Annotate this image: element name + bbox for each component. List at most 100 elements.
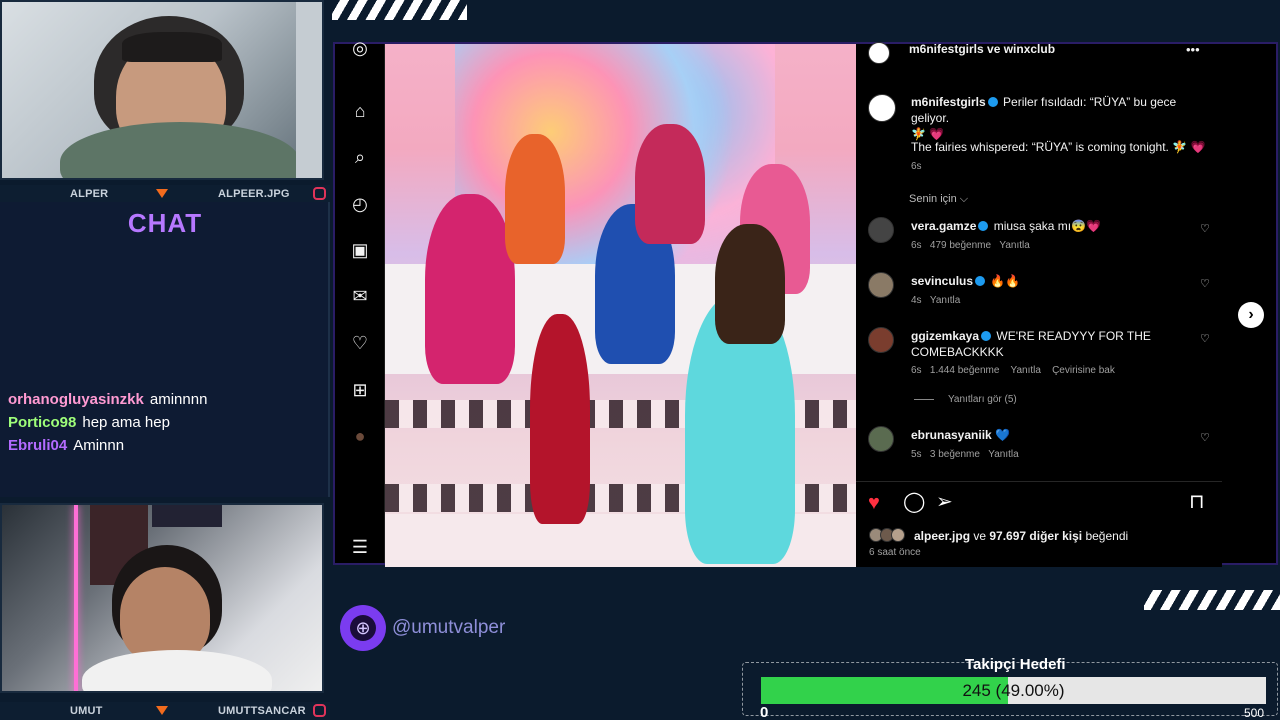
view-replies-link[interactable]: Yanıtları gör (5): [948, 394, 1017, 405]
instagram-logo-icon: [313, 187, 326, 200]
decor-stripes: [332, 0, 467, 20]
decor-stripes: [1144, 590, 1280, 610]
avatar[interactable]: [868, 94, 896, 122]
comment-username[interactable]: vera.gamze: [911, 219, 976, 233]
chat-title: CHAT: [127, 208, 203, 238]
comment-sort-dropdown[interactable]: Senin için ⌵: [909, 193, 968, 206]
comment-likes[interactable]: 1.444 beğenme: [930, 365, 1000, 376]
reels-icon[interactable]: ▣: [350, 240, 370, 260]
chat-username: orhanogluyasinzkk: [8, 391, 144, 408]
stream-overlay: ALPER ALPEER.JPG CHAT orhanogluyasinzkk a…: [0, 0, 1280, 720]
comment-time: 6s: [911, 365, 922, 376]
webcam-bottom: [0, 503, 324, 693]
comment-username[interactable]: sevinculus: [911, 274, 973, 288]
likes-count[interactable]: 97.697 diğer kişi: [989, 529, 1082, 543]
like-heart-icon[interactable]: ♥: [868, 493, 880, 513]
avatar[interactable]: [868, 426, 894, 452]
chat-username: Ebruli04: [8, 437, 68, 454]
avatar[interactable]: [868, 42, 890, 64]
next-post-button[interactable]: ›: [1238, 302, 1264, 328]
avatar[interactable]: [868, 217, 894, 243]
notifications-icon[interactable]: ♡: [350, 333, 370, 353]
comment-like-icon[interactable]: ♡: [1200, 279, 1210, 290]
instagram-window: ◎ ⌂ ⌕ ◴ ▣ ✉ ♡ ⊞ ● ☰ m6nifestgirls ve win…: [333, 38, 1278, 567]
verified-icon: [975, 276, 986, 286]
post-timestamp: 6 saat önce: [869, 547, 921, 558]
comment-likes[interactable]: 479 beğenme: [930, 240, 991, 251]
chat-text: Aminnn: [73, 437, 125, 454]
goal-title: Takipçi Hedefi: [965, 656, 1066, 673]
reply-link[interactable]: Yanıtla: [930, 295, 960, 306]
webcam-top-namebar: ALPER ALPEER.JPG: [0, 185, 330, 203]
handle-text: @umutvalper: [392, 617, 506, 638]
comment-meta: 4s Yanıtla: [911, 295, 960, 306]
comment: sevinculus 🔥🔥: [911, 273, 1020, 289]
post-details-panel: m6nifestgirls ve winxclub ••• m6nifestgi…: [856, 41, 1222, 567]
reply-link[interactable]: Yanıtla: [999, 240, 1029, 251]
comment-icon[interactable]: ◯: [903, 492, 925, 512]
share-icon[interactable]: ➢: [936, 492, 953, 512]
reply-link[interactable]: Yanıtla: [1011, 365, 1041, 376]
post-caption: m6nifestgirls Periler fısıldadı: “RÜYA” …: [911, 94, 1211, 142]
webcam-bottom-right-name: UMUTTSANCAR: [218, 705, 306, 717]
comment-username[interactable]: ebrunasyaniik: [911, 428, 992, 442]
likes-summary[interactable]: alpeer.jpg ve 97.697 diğer kişi beğendi: [914, 528, 1128, 544]
profile-icon[interactable]: ●: [350, 426, 370, 446]
chat-username: Portico98: [8, 414, 77, 431]
comment-meta: 6s 479 beğenme Yanıtla: [911, 240, 1030, 251]
triangle-icon: [156, 189, 168, 198]
create-icon[interactable]: ⊞: [350, 380, 370, 400]
webcam-top: [0, 0, 324, 180]
chat-panel: CHAT orhanogluyasinzkk aminnnn Portico98 h…: [0, 202, 330, 497]
avatar: [891, 528, 905, 542]
comment-text: 🔥🔥: [990, 274, 1021, 288]
caption-line2: The fairies whispered: “RÜYA” is coming …: [911, 140, 1206, 154]
chat-text: aminnnn: [149, 391, 208, 408]
comment-text: 💙: [995, 428, 1010, 442]
webcam-top-left-name: ALPER: [70, 188, 109, 200]
comment-text: miusa şaka mı😨💗: [993, 219, 1101, 233]
webcam-top-right-name: ALPEER.JPG: [218, 188, 290, 200]
goal-min-label: 0: [760, 704, 769, 720]
comment-time: 4s: [911, 295, 922, 306]
verified-icon: [981, 331, 992, 341]
search-icon[interactable]: ⌕: [350, 147, 370, 167]
avatar[interactable]: [868, 327, 894, 353]
webcam-bottom-namebar: UMUT UMUTTSANCAR: [0, 702, 330, 720]
home-icon[interactable]: ⌂: [350, 101, 370, 121]
instagram-icon[interactable]: ◎: [350, 38, 370, 58]
globe-icon: ⊕: [340, 605, 386, 651]
more-options-icon[interactable]: •••: [1186, 42, 1200, 58]
webcam-bottom-left-name: UMUT: [70, 705, 103, 717]
caption-username[interactable]: m6nifestgirls: [911, 95, 986, 109]
post-image: [385, 44, 856, 567]
comment-likes[interactable]: 3 beğenme: [930, 449, 980, 460]
comment-like-icon[interactable]: ♡: [1200, 433, 1210, 444]
comment-time: 5s: [911, 449, 922, 460]
instagram-sidebar: ◎ ⌂ ⌕ ◴ ▣ ✉ ♡ ⊞ ● ☰: [335, 38, 385, 563]
explore-icon[interactable]: ◴: [350, 194, 370, 214]
follower-goal-bar: 245 (49.00%): [761, 677, 1266, 704]
likes-joiner: ve: [970, 529, 990, 543]
comment-meta: 6s 1.444 beğenme Yanıtla Çevirisine bak: [911, 365, 1115, 376]
likes-user[interactable]: alpeer.jpg: [914, 529, 970, 543]
comment: vera.gamze miusa şaka mı😨💗: [911, 218, 1101, 234]
comment-like-icon[interactable]: ♡: [1200, 334, 1210, 345]
comment-time: 6s: [911, 240, 922, 251]
avatar[interactable]: [868, 272, 894, 298]
comment-username[interactable]: ggizemkaya: [911, 329, 979, 343]
bookmark-icon[interactable]: ⊓: [1189, 492, 1205, 512]
triangle-icon: [156, 706, 168, 715]
reply-link[interactable]: Yanıtla: [988, 449, 1018, 460]
menu-icon[interactable]: ☰: [350, 537, 370, 557]
chat-message: Ebruli04 Aminnn: [8, 434, 207, 457]
comment-like-icon[interactable]: ♡: [1200, 224, 1210, 235]
post-header-accounts[interactable]: m6nifestgirls ve winxclub: [909, 41, 1055, 57]
chat-messages: orhanogluyasinzkk aminnnn Portico98 hep am…: [8, 388, 207, 457]
likes-suffix: beğendi: [1082, 529, 1129, 543]
translate-link[interactable]: Çevirisine bak: [1052, 365, 1115, 376]
instagram-logo-icon: [313, 704, 326, 717]
messages-icon[interactable]: ✉: [350, 286, 370, 306]
comment-meta: 5s 3 beğenme Yanıtla: [911, 449, 1019, 460]
chat-message: Portico98 hep ama hep: [8, 411, 207, 434]
